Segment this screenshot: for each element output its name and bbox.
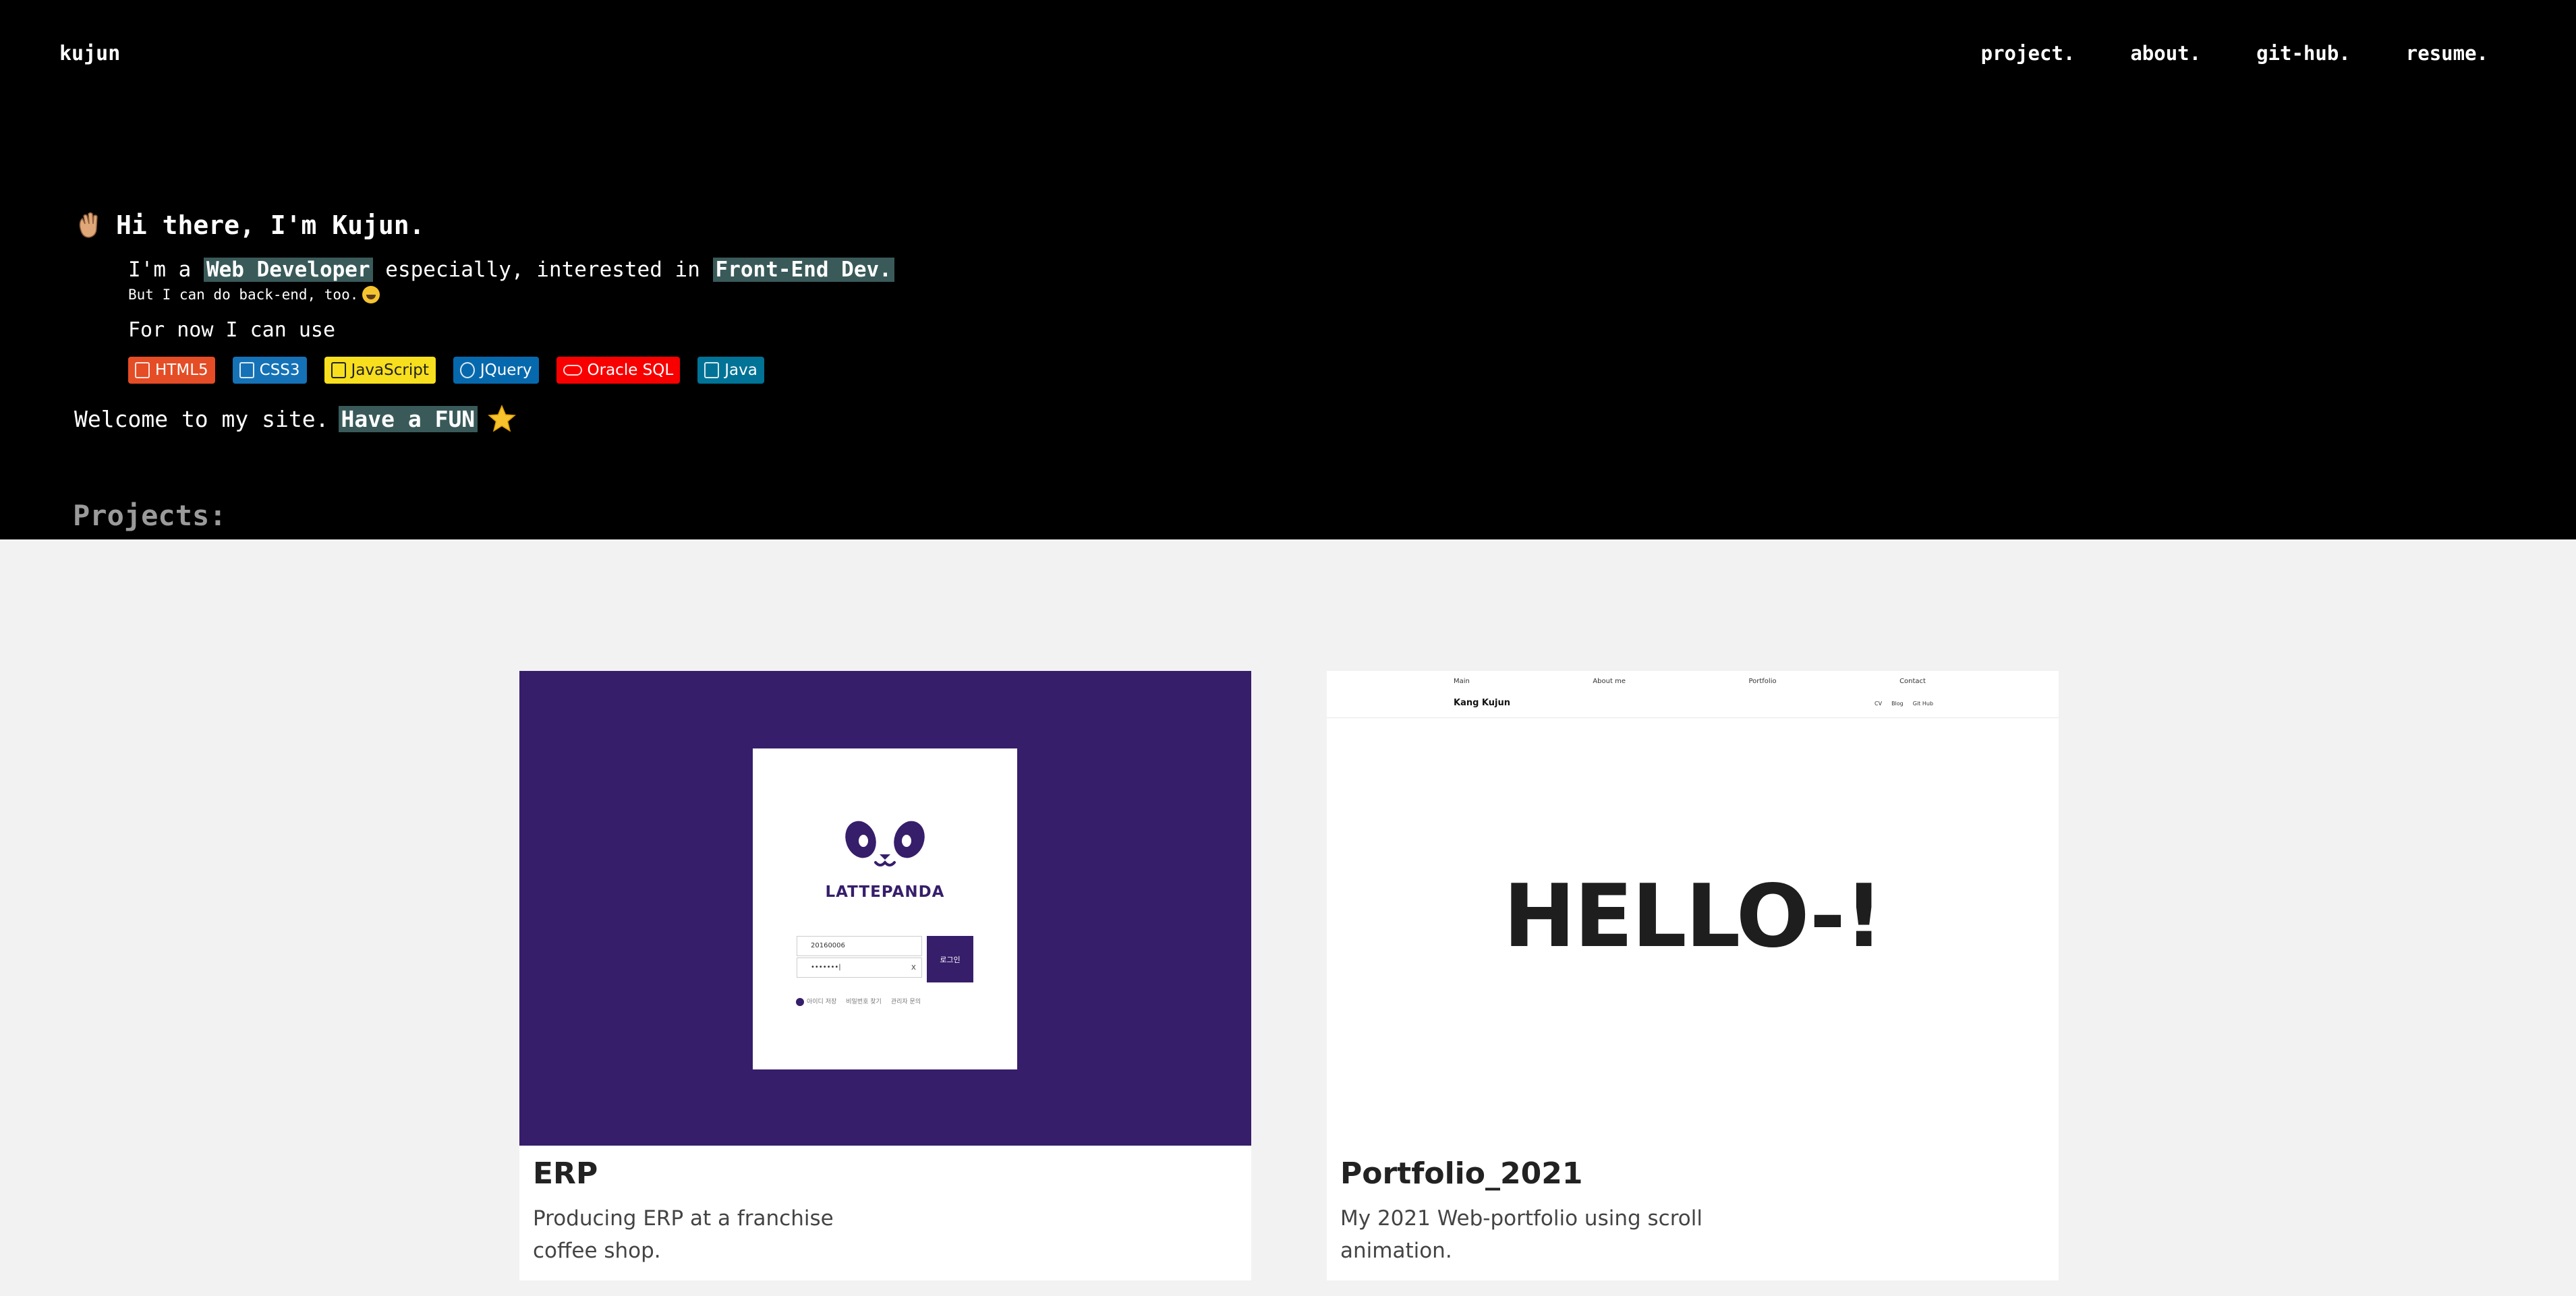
project-card-portfolio[interactable]: Main About me Portfolio Contact Kang Kuj… [1327,671,2059,1280]
oracle-icon [563,365,582,376]
skill-badges: HTML5 CSS3 JavaScript JQuery Oracle SQL … [128,357,894,384]
nav-about-link[interactable]: about. [2130,42,2201,65]
waving-hand-icon [79,212,98,238]
project-description: Producing ERP at a franchise coffee shop… [533,1206,834,1263]
preview-right-link: Git Hub [1912,701,1934,707]
badge-label: Oracle SQL [587,361,674,379]
intro-line-1-prefix: I'm a [128,258,204,282]
erp-remember-id: 아이디 저장 [796,997,836,1006]
badge-java: Java [697,357,764,384]
welcome-text: Welcome to my site. [74,405,329,432]
badge-label: JQuery [480,361,532,379]
javascript-icon [331,362,346,378]
erp-contact-admin: 관리자 문의 [890,999,921,1006]
preview-hero-text: HELLO-! [1503,866,1884,967]
greeting-heading: Hi there, I'm Kujun. [116,210,425,240]
site-brand[interactable]: kujun [59,42,120,65]
preview-right-link: Blog [1891,701,1904,707]
preview-nav-item: Main [1454,678,1470,685]
portfolio-preview-nav: Main About me Portfolio Contact Kang Kuj… [1327,671,2059,718]
badge-label: HTML5 [155,361,208,379]
projects-gallery: LATTEPANDA 20160006 •••••••| x 로그인 아이디 저… [0,539,2576,1296]
site-header: kujun project. about. git-hub. resume. H… [0,0,2576,539]
main-nav: project. about. git-hub. resume. [1981,42,2488,65]
badge-label: Java [724,361,757,379]
skills-label: For now I can use [128,318,336,342]
panda-logo-icon [845,821,925,866]
preview-nav-item: About me [1593,678,1626,685]
nav-github-link[interactable]: git-hub. [2256,42,2351,65]
badge-oracle-sql: Oracle SQL [556,357,681,384]
checkbox-icon [796,997,804,1006]
badge-jquery: JQuery [453,357,539,384]
erp-password-value: •••••••| [811,964,841,971]
portfolio-preview-links: Main About me Portfolio Contact [1454,678,1926,685]
badge-label: CSS3 [259,361,300,379]
highlight-front-end: Front-End Dev. [712,258,894,282]
erp-preview-image[interactable]: LATTEPANDA 20160006 •••••••| x 로그인 아이디 저… [519,671,1251,1146]
intro-line-1-middle: especially, interested in [372,258,713,282]
project-title[interactable]: Portfolio_2021 [1340,1156,1582,1191]
preview-right-links: CV Blog Git Hub [1874,701,1933,707]
grinning-face-icon [362,286,380,303]
clear-icon: x [911,962,916,972]
projects-heading: Projects: [73,499,227,532]
badge-html5: HTML5 [128,357,215,384]
greeting-line: Hi there, I'm Kujun. [74,210,894,240]
html5-icon [135,362,150,378]
intro-line-1: I'm a Web Developer especially, interest… [128,258,894,282]
intro-line-2-text: But I can do back-end, too. [128,287,359,303]
preview-site-name: Kang Kujun [1454,698,1510,708]
jquery-icon [459,362,475,378]
erp-id-field: 20160006 [797,936,922,956]
erp-password-field: •••••••| x [797,958,922,978]
badge-label: JavaScript [351,361,429,379]
welcome-line: Welcome to my site. Have a FUN [74,404,894,434]
highlight-web-developer: Web Developer [203,258,373,282]
project-card-erp[interactable]: LATTEPANDA 20160006 •••••••| x 로그인 아이디 저… [519,671,1251,1280]
badge-javascript: JavaScript [324,357,436,384]
highlight-have-fun: Have a FUN [338,405,478,432]
portfolio-preview-image[interactable]: Main About me Portfolio Contact Kang Kuj… [1327,671,2059,1146]
intro-section: Hi there, I'm Kujun. I'm a Web Developer… [74,210,894,434]
badge-css3: CSS3 [232,357,307,384]
preview-nav-item: Portfolio [1748,678,1777,685]
erp-login-box: LATTEPANDA 20160006 •••••••| x 로그인 아이디 저… [753,748,1017,1069]
project-title[interactable]: ERP [533,1156,598,1191]
preview-right-link: CV [1874,701,1883,707]
erp-remember-id-label: 아이디 저장 [807,999,837,1005]
nav-project-link[interactable]: project. [1981,42,2076,65]
erp-find-password: 비밀번호 찾기 [846,999,882,1006]
lattepanda-logo-text: LATTEPANDA [825,883,945,901]
erp-login-button: 로그인 [927,936,973,982]
nav-resume-link[interactable]: resume. [2406,42,2488,65]
java-icon [704,362,720,378]
project-description: My 2021 Web-portfolio using scroll anima… [1340,1206,1702,1263]
preview-nav-item: Contact [1899,678,1926,685]
css3-icon [239,362,254,378]
intro-line-2: But I can do back-end, too. [128,286,894,303]
erp-login-links: 아이디 저장 비밀번호 찾기 관리자 문의 [796,997,921,1006]
star-icon [488,405,517,432]
